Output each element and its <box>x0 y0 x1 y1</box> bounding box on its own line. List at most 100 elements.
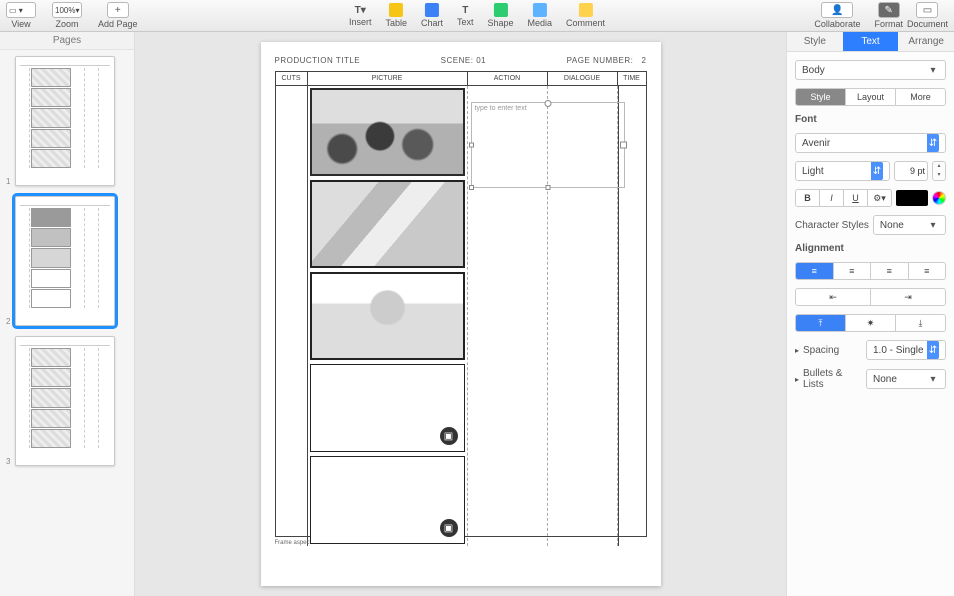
action-column[interactable]: type to enter text <box>468 86 548 546</box>
text-box-selected[interactable]: type to enter text <box>471 102 625 188</box>
align-left-button[interactable]: ≡ <box>796 263 834 279</box>
valign-bottom-button[interactable]: ⤓ <box>896 315 945 331</box>
outdent-button[interactable]: ⇤ <box>796 289 871 305</box>
disclosure-triangle-icon[interactable]: ▸ <box>795 375 799 384</box>
text-button[interactable]: T Text <box>457 5 474 27</box>
collaborate-icon: 👤 <box>821 2 853 18</box>
align-center-button[interactable]: ≡ <box>834 263 872 279</box>
production-title: PRODUCTION TITLE <box>275 56 361 65</box>
document-icon: ▭ <box>916 2 938 18</box>
plus-icon: + <box>107 2 129 18</box>
page-header: PRODUCTION TITLE SCENE: 01 PAGE NUMBER: … <box>275 56 647 65</box>
insert-button[interactable]: T▾ Insert <box>349 5 372 27</box>
tab-arrange[interactable]: Arrange <box>898 32 954 51</box>
chevron-down-icon: ▾ <box>927 370 939 388</box>
page-thumb-1[interactable]: 1 <box>6 56 128 186</box>
font-size-input[interactable]: 9 pt <box>894 161 928 181</box>
valign-middle-button[interactable]: ✷ <box>846 315 896 331</box>
valign-top-button[interactable]: ⤒ <box>796 315 846 331</box>
shape-icon <box>494 3 508 17</box>
zoom-menu[interactable]: 100%▾ Zoom <box>52 2 82 29</box>
underline-button[interactable]: U <box>844 190 868 206</box>
page-thumb-2[interactable]: 2 <box>6 196 128 326</box>
image-placeholder-icon[interactable]: ▣ <box>440 519 458 537</box>
font-size-stepper[interactable]: ▴▾ <box>932 161 946 181</box>
canvas[interactable]: PRODUCTION TITLE SCENE: 01 PAGE NUMBER: … <box>135 32 786 596</box>
color-wheel-icon[interactable] <box>932 191 946 205</box>
character-styles-dropdown[interactable]: None▾ <box>873 215 946 235</box>
resize-handle[interactable] <box>469 185 474 190</box>
view-label: View <box>11 19 30 29</box>
subtab-more[interactable]: More <box>896 89 945 105</box>
stepper-icon: ⇵ <box>927 341 939 359</box>
view-menu[interactable]: ▭ ▾ View <box>6 2 36 29</box>
shape-button[interactable]: Shape <box>488 3 514 28</box>
image-placeholder-icon[interactable]: ▣ <box>440 427 458 445</box>
zoom-dropdown: 100%▾ <box>52 2 82 18</box>
col-dialogue: DIALOGUE <box>548 72 618 85</box>
chart-button[interactable]: Chart <box>421 3 443 28</box>
chevron-down-icon: ▾ <box>927 216 939 234</box>
resize-handle[interactable] <box>545 185 550 190</box>
chart-icon <box>425 3 439 17</box>
stepper-icon: ⇵ <box>927 134 939 152</box>
disclosure-triangle-icon[interactable]: ▸ <box>795 346 799 355</box>
inspector-tabs: Style Text Arrange <box>787 32 954 52</box>
tab-text[interactable]: Text <box>843 32 899 51</box>
alignment-section-label: Alignment <box>795 243 946 254</box>
format-button[interactable]: ✎ Format <box>874 2 903 29</box>
col-action: ACTION <box>468 72 548 85</box>
paragraph-style-dropdown[interactable]: Body▾ <box>795 60 946 80</box>
cuts-column[interactable] <box>276 86 308 546</box>
picture-column: ▣ ▣ <box>308 86 468 546</box>
spacing-label: Spacing <box>803 345 862 356</box>
vertical-alignment: ⤒ ✷ ⤓ <box>795 314 946 332</box>
stepper-icon: ⇵ <box>871 162 883 180</box>
font-weight-dropdown[interactable]: Light⇵ <box>795 161 890 181</box>
align-right-button[interactable]: ≡ <box>871 263 909 279</box>
storyboard-frame-5[interactable]: ▣ <box>310 456 465 544</box>
col-cuts: CUTS <box>276 72 308 85</box>
zoom-label: Zoom <box>55 19 78 29</box>
bullets-dropdown[interactable]: None▾ <box>866 369 946 389</box>
tab-style[interactable]: Style <box>787 32 843 51</box>
text-placeholder: type to enter text <box>475 105 527 112</box>
add-page-button[interactable]: + Add Page <box>98 2 138 29</box>
media-icon <box>533 3 547 17</box>
table-icon <box>389 3 403 17</box>
media-button[interactable]: Media <box>528 3 553 28</box>
insert-icon: T▾ <box>355 5 366 16</box>
collaborate-button[interactable]: 👤 Collaborate <box>814 2 860 29</box>
col-time: TIME <box>618 72 646 85</box>
subtab-style[interactable]: Style <box>796 89 846 105</box>
storyboard-frame-1[interactable] <box>310 88 465 176</box>
horizontal-alignment: ≡ ≡ ≡ ≡ <box>795 262 946 280</box>
table-button[interactable]: Table <box>385 3 407 28</box>
italic-button[interactable]: I <box>820 190 844 206</box>
thumbnail-list[interactable]: 1 2 3 <box>0 50 134 596</box>
font-family-dropdown[interactable]: Avenir⇵ <box>795 133 946 153</box>
page-thumb-3[interactable]: 3 <box>6 336 128 466</box>
format-inspector: Style Text Arrange Body▾ Style Layout Mo… <box>786 32 954 596</box>
text-color-swatch[interactable] <box>896 190 928 206</box>
spacing-dropdown[interactable]: 1.0 - Single⇵ <box>866 340 946 360</box>
toolbar: ▭ ▾ View 100%▾ Zoom + Add Page T▾ Insert… <box>0 0 954 32</box>
bullets-label: Bullets & Lists <box>803 368 862 390</box>
text-options-button[interactable]: ⚙▾ <box>868 190 891 206</box>
indent-button[interactable]: ⇥ <box>871 289 945 305</box>
indent-controls: ⇤ ⇥ <box>795 288 946 306</box>
align-justify-button[interactable]: ≡ <box>909 263 946 279</box>
col-picture: PICTURE <box>308 72 468 85</box>
view-icon: ▭ ▾ <box>6 2 36 18</box>
storyboard-frame-2[interactable] <box>310 180 465 268</box>
storyboard-frame-3[interactable] <box>310 272 465 360</box>
comment-button[interactable]: Comment <box>566 3 605 28</box>
resize-handle[interactable] <box>469 143 474 148</box>
brush-icon: ✎ <box>878 2 900 18</box>
font-section-label: Font <box>795 114 946 125</box>
bold-button[interactable]: B <box>796 190 820 206</box>
storyboard-frame-4[interactable]: ▣ <box>310 364 465 452</box>
subtab-layout[interactable]: Layout <box>846 89 896 105</box>
document-button[interactable]: ▭ Document <box>907 2 948 29</box>
page[interactable]: PRODUCTION TITLE SCENE: 01 PAGE NUMBER: … <box>261 42 661 586</box>
